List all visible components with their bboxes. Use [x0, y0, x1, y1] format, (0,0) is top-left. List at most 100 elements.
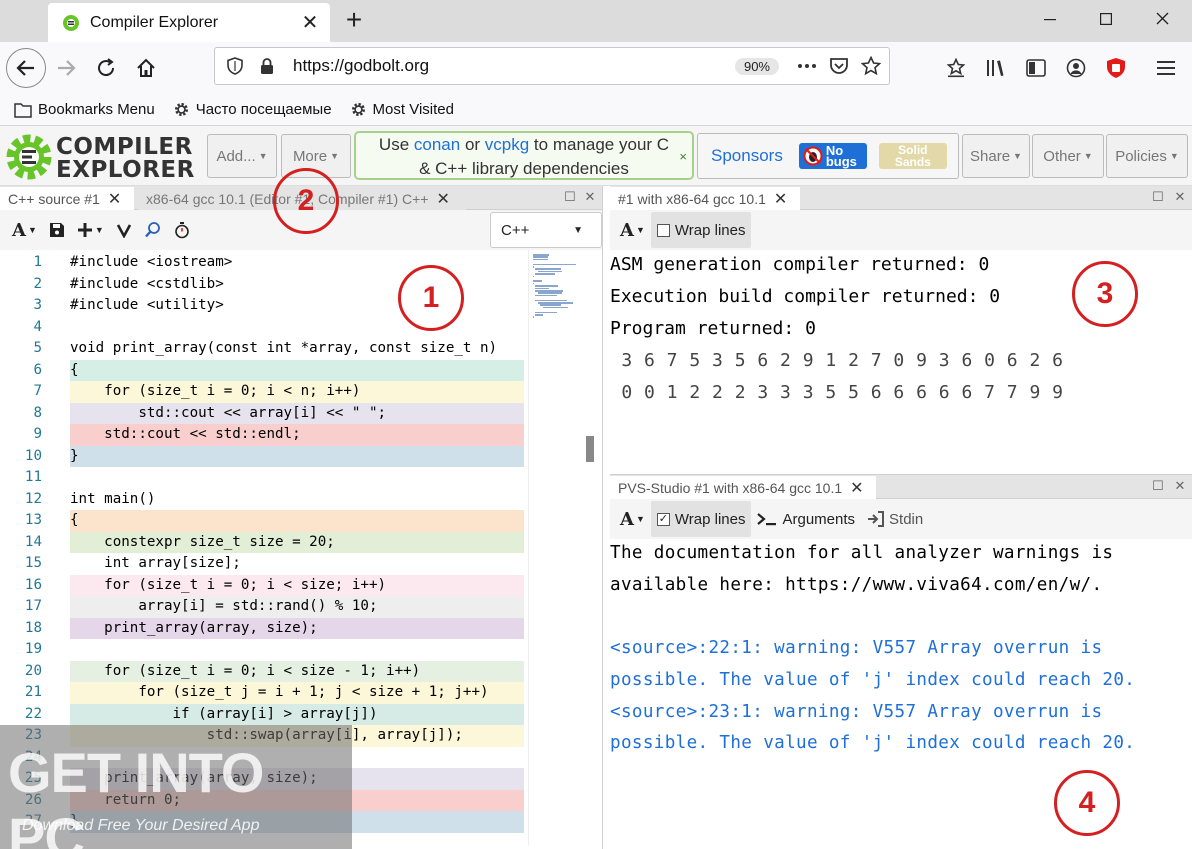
code-line[interactable]: 5 void print_array(const int *array, cons…: [0, 338, 524, 360]
tab-close-icon[interactable]: ✕: [850, 478, 863, 498]
pocket-icon[interactable]: [825, 52, 853, 80]
code-line[interactable]: 22 if (array[i] > array[j]): [0, 703, 524, 725]
share-dropdown-button[interactable]: Share ▼: [962, 134, 1030, 178]
stdin-button[interactable]: Stdin: [861, 501, 929, 537]
sidebar-button[interactable]: [1016, 48, 1056, 88]
minimize-window-button[interactable]: [1024, 0, 1076, 42]
tab-close-icon[interactable]: ✕: [300, 10, 320, 35]
bookmarks-menu-item[interactable]: Bookmarks Menu: [14, 101, 155, 118]
close-pane-icon[interactable]: ✕: [1173, 190, 1187, 204]
line-number: 8: [33, 404, 42, 421]
sidebar-icon: [1026, 59, 1046, 77]
font-size-button[interactable]: A ▼: [6, 212, 43, 248]
code-line[interactable]: 12 int main(): [0, 488, 524, 510]
tab-pvs-studio[interactable]: PVS-Studio #1 with x86-64 gcc 10.1 ✕: [610, 476, 876, 499]
vcpkg-link[interactable]: vcpkg: [485, 135, 529, 154]
vim-mode-button[interactable]: [110, 212, 138, 248]
frequently-visited-item[interactable]: Часто посещаемые: [173, 101, 332, 118]
share-label: Share: [970, 147, 1011, 165]
new-tab-button[interactable]: +: [340, 4, 368, 36]
code-line[interactable]: 15 int array[size];: [0, 553, 524, 575]
output-line: 0 0 1 2 2 2 3 3 3 5 5 6 6 6 6 6 7 7 9 9: [610, 382, 1064, 403]
analyzer-output-line: possible. The value of 'j' index could r…: [610, 669, 1136, 690]
minimap-row: [535, 294, 557, 297]
other-dropdown-button[interactable]: Other ▼: [1032, 134, 1104, 178]
code-line[interactable]: 6{: [0, 359, 524, 381]
code-line[interactable]: 11: [0, 467, 524, 489]
maximize-pane-icon[interactable]: ☐: [563, 190, 577, 204]
checkbox-icon: [656, 223, 670, 237]
page-actions-icon[interactable]: [793, 52, 821, 80]
save-icon: [49, 223, 64, 237]
arguments-button[interactable]: Arguments: [751, 501, 861, 537]
solidsands-sponsor-logo[interactable]: Solid Sands: [878, 143, 947, 169]
lock-icon[interactable]: [253, 52, 281, 80]
line-number: 21: [24, 684, 42, 700]
browser-tab[interactable]: Compiler Explorer ✕: [48, 3, 330, 42]
url-text[interactable]: https://godbolt.org: [293, 56, 735, 76]
save-button[interactable]: [43, 212, 71, 248]
language-select[interactable]: C++ ▼: [490, 212, 602, 248]
bookmark-star-icon[interactable]: [857, 52, 885, 80]
magnifier-icon: [144, 222, 160, 238]
editor-scrollbar-thumb[interactable]: [586, 436, 594, 462]
home-button[interactable]: [126, 48, 166, 88]
close-window-button[interactable]: [1136, 0, 1188, 42]
ce-logo[interactable]: COMPILER EXPLORER: [4, 132, 194, 183]
policies-dropdown-button[interactable]: Policies ▼: [1106, 134, 1188, 178]
tab-execution[interactable]: #1 with x86-64 gcc 10.1 ✕: [610, 187, 800, 210]
shield-icon[interactable]: [221, 52, 249, 80]
maximize-window-button[interactable]: [1080, 0, 1132, 42]
address-bar[interactable]: https://godbolt.org 90%: [214, 47, 890, 85]
code-line[interactable]: 8 std::cout << array[i] << " ";: [0, 402, 524, 424]
code-line[interactable]: 13 {: [0, 510, 524, 532]
line-text: for (size_t j = i + 1; j < size + 1; j++…: [70, 684, 489, 700]
cppinsights-button[interactable]: [138, 212, 168, 248]
quickbench-button[interactable]: [168, 212, 196, 248]
minimap-row: [535, 287, 549, 290]
tab-cpp-source[interactable]: C++ source #1 ✕: [0, 187, 134, 210]
sign-in-icon: [868, 511, 885, 527]
reload-button[interactable]: [86, 48, 126, 88]
conan-link[interactable]: conan: [414, 135, 460, 154]
code-line[interactable]: 16 for (size_t i = 0; i < size; i++): [0, 574, 524, 596]
promo-close-icon[interactable]: ×: [679, 145, 687, 169]
pvs-nobugs-sponsor-logo[interactable]: No bugs: [798, 143, 867, 169]
back-button[interactable]: [6, 48, 46, 88]
wrap-lines-toggle[interactable]: ✓ Wrap lines: [650, 501, 752, 537]
code-line[interactable]: 10}: [0, 445, 524, 467]
forward-button[interactable]: [46, 48, 86, 88]
close-pane-icon[interactable]: ✕: [583, 190, 597, 204]
maximize-pane-icon[interactable]: ☐: [1151, 190, 1165, 204]
caret-down-icon: ▼: [330, 151, 340, 161]
code-line[interactable]: 19: [0, 639, 524, 661]
most-visited-item[interactable]: Most Visited: [350, 101, 454, 118]
font-size-button[interactable]: A ▼: [614, 501, 651, 537]
add-dropdown-button[interactable]: Add... ▼: [207, 134, 277, 178]
account-button[interactable]: [1056, 48, 1096, 88]
code-line[interactable]: 17 array[i] = std::rand() % 10;: [0, 596, 524, 618]
pvs-tabbar: PVS-Studio #1 with x86-64 gcc 10.1 ✕ ☐ ✕: [610, 475, 1192, 499]
menu-button[interactable]: [1146, 48, 1186, 88]
code-line[interactable]: 18 print_array(array, size);: [0, 617, 524, 639]
tab-close-icon[interactable]: ✕: [774, 189, 787, 209]
wrap-lines-toggle[interactable]: Wrap lines: [650, 212, 752, 248]
zoom-badge[interactable]: 90%: [734, 57, 779, 75]
tab-close-icon[interactable]: ✕: [108, 189, 121, 209]
library-button[interactable]: [976, 48, 1016, 88]
sponsors-button[interactable]: Sponsors No bugs Solid Sands: [697, 133, 959, 179]
back-arrow-icon: [16, 60, 34, 76]
reading-list-button[interactable]: [936, 48, 976, 88]
code-line[interactable]: 20 for (size_t i = 0; i < size - 1; i++): [0, 660, 524, 682]
maximize-pane-icon[interactable]: ☐: [1151, 479, 1165, 493]
font-size-button[interactable]: A ▼: [614, 212, 651, 248]
code-line[interactable]: 21 for (size_t j = i + 1; j < size + 1; …: [0, 682, 524, 704]
tab-close-icon[interactable]: ✕: [436, 189, 449, 209]
code-line[interactable]: 9 std::cout << std::endl;: [0, 424, 524, 446]
ublock-button[interactable]: [1096, 48, 1136, 88]
close-pane-icon[interactable]: ✕: [1173, 479, 1187, 493]
code-line[interactable]: 14 constexpr size_t size = 20;: [0, 531, 524, 553]
code-minimap[interactable]: [528, 250, 584, 845]
code-line[interactable]: 7 for (size_t i = 0; i < n; i++): [0, 381, 524, 403]
add-new-button[interactable]: ▼: [71, 212, 110, 248]
